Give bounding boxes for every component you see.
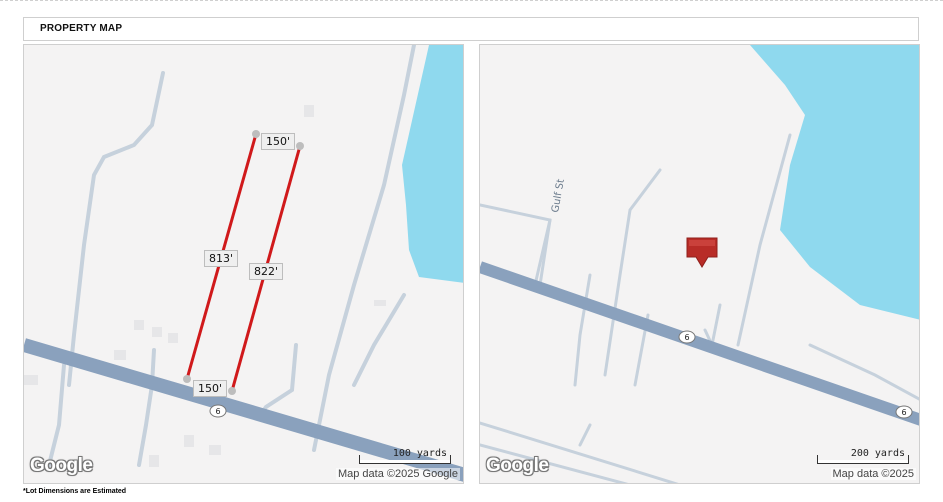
street-label-gulf-st: Gulf St xyxy=(550,178,567,213)
map-attribution[interactable]: Map data ©2025 xyxy=(830,468,916,480)
lot-map-canvas: 6 xyxy=(24,45,463,482)
lot-vertex xyxy=(296,142,304,150)
highway-shield: 6 xyxy=(209,404,227,418)
google-logo[interactable]: Google xyxy=(486,455,549,477)
minor-road xyxy=(67,71,165,387)
minor-road xyxy=(573,273,592,387)
lot-dimension-bottom: 150' xyxy=(193,380,228,397)
highway-shield: 6 xyxy=(678,330,696,344)
minor-road xyxy=(257,343,298,419)
lot-vertex xyxy=(228,387,236,395)
svg-text:6: 6 xyxy=(901,408,906,417)
google-logo[interactable]: Google xyxy=(30,455,93,477)
svg-text:6: 6 xyxy=(215,407,220,416)
property-map-header: PROPERTY MAP xyxy=(23,17,919,41)
map-scale-bar: 200 yards xyxy=(817,448,909,464)
minor-road xyxy=(736,133,792,347)
minor-road xyxy=(137,348,156,467)
minor-road xyxy=(603,168,662,377)
lot-dimension-right: 822' xyxy=(249,263,284,280)
minor-road xyxy=(352,293,406,387)
overview-map-canvas: 6 6 Gulf St xyxy=(480,45,919,483)
location-overview-map[interactable]: 6 6 Gulf St 200 yards Google Map data ©2… xyxy=(479,44,920,484)
map-marker-icon[interactable] xyxy=(686,237,718,268)
scale-label: 200 yards xyxy=(850,448,905,459)
top-dashed-divider xyxy=(0,0,943,5)
minor-road xyxy=(578,423,592,447)
map-scale-bar: 100 yards xyxy=(359,448,451,464)
lot-vertex xyxy=(252,130,260,138)
svg-text:6: 6 xyxy=(684,333,689,342)
lot-dimensions-footnote: *Lot Dimensions are Estimated xyxy=(23,488,127,495)
minor-road xyxy=(703,303,722,350)
minor-road xyxy=(312,45,416,452)
water-body xyxy=(402,45,463,283)
property-lot-map[interactable]: 6 150' 813' 822' 150' 100 yards Google M… xyxy=(23,44,464,484)
map-attribution[interactable]: Map data ©2025 Google xyxy=(335,468,460,480)
page-title: PROPERTY MAP xyxy=(40,23,123,34)
lot-dimension-left: 813' xyxy=(204,250,239,267)
lot-vertex xyxy=(183,375,191,383)
lot-dimension-top: 150' xyxy=(261,133,296,150)
minor-road xyxy=(47,363,66,467)
highway-shield: 6 xyxy=(895,405,913,419)
scale-label: 100 yards xyxy=(392,448,447,459)
